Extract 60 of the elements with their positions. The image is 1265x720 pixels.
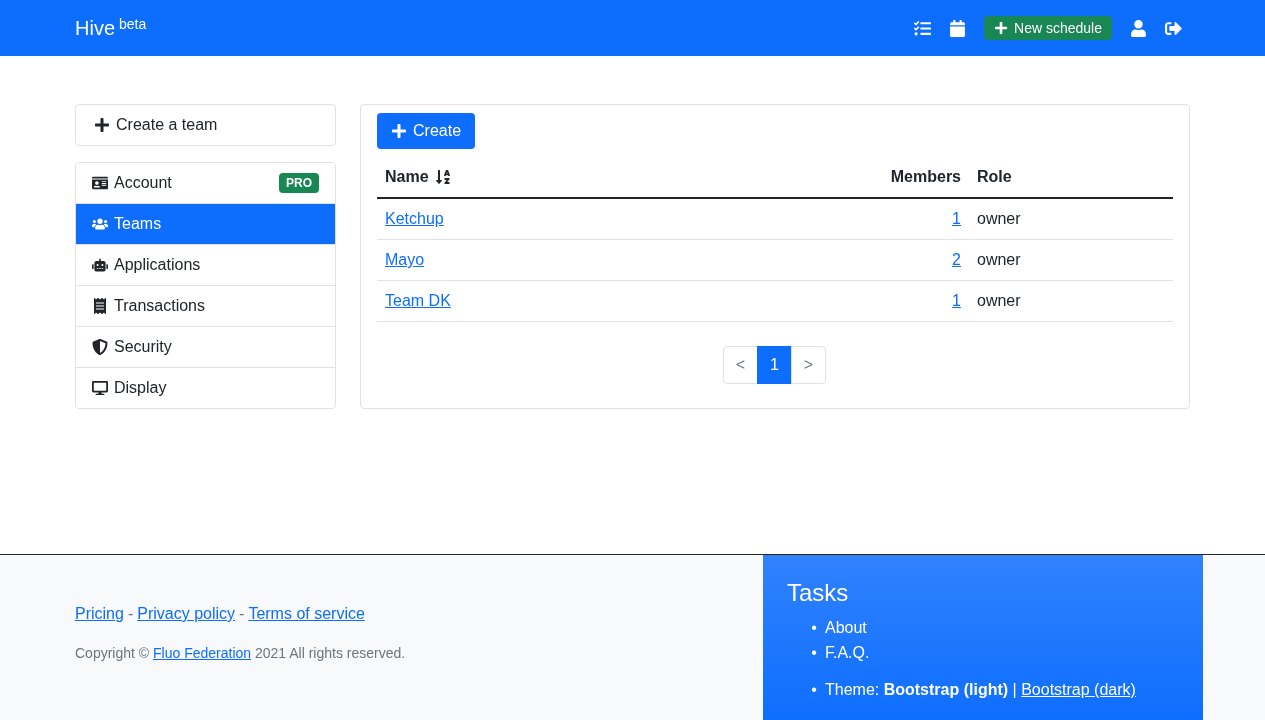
page-button[interactable]: 1 (757, 346, 792, 384)
bullet: • (810, 618, 818, 638)
id-card-icon (92, 175, 108, 191)
menu-item-label: Applications (114, 256, 201, 274)
sign-out-icon[interactable] (1165, 19, 1182, 37)
users-icon (92, 216, 108, 232)
separator: - (239, 605, 245, 623)
menu-item-label: Teams (114, 215, 162, 233)
column-header-label: Name (385, 168, 429, 186)
team-link[interactable]: Team DK (385, 292, 451, 309)
footer-link[interactable]: Pricing (75, 605, 124, 623)
menu-item-label: Transactions (114, 297, 205, 315)
footer-link[interactable]: F.A.Q. (825, 640, 870, 665)
members-link[interactable]: 2 (952, 251, 961, 268)
brand-name[interactable]: Hive (75, 17, 115, 40)
bullet: • (810, 680, 818, 700)
page-button[interactable]: < (723, 346, 758, 384)
menu-item[interactable]: Display (76, 367, 335, 408)
menu-item-label: Security (114, 338, 172, 356)
pro-badge: PRO (279, 173, 319, 193)
create-button[interactable]: Create (377, 113, 476, 149)
table-cell: owner (969, 280, 1173, 322)
members-link[interactable]: 1 (952, 292, 961, 309)
company-link[interactable]: Fluo Federation (153, 645, 252, 661)
user-icon[interactable] (1130, 19, 1147, 37)
column-header: Role (969, 157, 1173, 198)
calendar-icon[interactable] (949, 19, 967, 37)
bullet: • (810, 643, 818, 663)
table-cell: owner (969, 198, 1173, 240)
page-button[interactable]: > (791, 346, 826, 384)
plus-icon (94, 117, 110, 133)
footer-link[interactable]: Terms of service (248, 605, 365, 623)
beta-tag: beta (119, 15, 147, 32)
receipt-icon (92, 298, 108, 314)
task-list-icon[interactable] (914, 19, 932, 37)
panel-title: Tasks (787, 579, 850, 607)
setting-link[interactable]: Bootstrap (dark) (1021, 677, 1136, 702)
robot-icon (92, 257, 108, 273)
create-team-button[interactable]: Create a team (75, 104, 336, 146)
menu-item[interactable]: Teams (76, 203, 335, 244)
plus-icon (391, 123, 407, 139)
copyright-text: 2021 All rights reserved. (254, 645, 406, 661)
monitor-icon (92, 380, 108, 396)
column-header: Members (665, 157, 969, 198)
separator: - (127, 605, 134, 623)
plus-icon (994, 21, 1009, 35)
members-link[interactable]: 1 (952, 210, 961, 227)
table-cell: owner (969, 239, 1173, 281)
menu-item-label: Display (114, 379, 167, 397)
team-link[interactable]: Ketchup (385, 210, 444, 227)
sort-icon[interactable] (434, 169, 451, 185)
setting-text: Theme: Bootstrap (light) | (825, 680, 1018, 700)
copyright-text: Copyright © (75, 645, 150, 661)
footer-link[interactable]: Privacy policy (137, 605, 236, 623)
menu-item-label: Account (114, 174, 172, 192)
new-schedule-button[interactable]: New schedule (984, 16, 1112, 40)
column-header[interactable]: Name (377, 157, 666, 198)
team-link[interactable]: Mayo (385, 251, 425, 268)
footer-link[interactable]: About (825, 615, 867, 640)
shield-icon (92, 339, 108, 355)
